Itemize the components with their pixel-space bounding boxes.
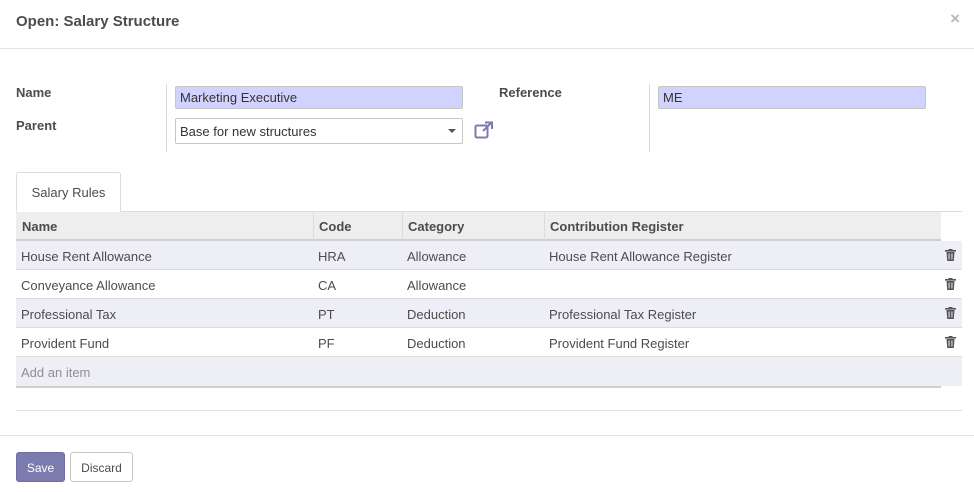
cell-code: HRA (318, 249, 346, 264)
reference-label: Reference (499, 85, 562, 100)
cell-code: PT (318, 307, 335, 322)
column-header-name[interactable]: Name (22, 219, 57, 234)
close-icon[interactable]: × (950, 9, 960, 29)
name-input[interactable]: Marketing Executive (175, 86, 463, 109)
reference-divider (649, 84, 650, 152)
external-link-icon[interactable] (474, 121, 494, 139)
cell-code: PF (318, 336, 335, 351)
cell-category: Deduction (407, 336, 466, 351)
cell-category: Allowance (407, 249, 467, 264)
column-separator (313, 212, 314, 241)
table-row[interactable]: Professional Tax PT Deduction Profession… (16, 299, 962, 328)
cell-name: House Rent Allowance (21, 249, 152, 264)
table-row[interactable]: Provident Fund PF Deduction Provident Fu… (16, 328, 962, 357)
dialog-title: Open: Salary Structure (16, 13, 180, 30)
label-divider (166, 84, 167, 152)
discard-button[interactable]: Discard (70, 452, 133, 482)
table-row[interactable]: Conveyance Allowance CA Allowance (16, 270, 962, 299)
save-button[interactable]: Save (16, 452, 65, 482)
add-item-link[interactable]: Add an item (21, 365, 90, 380)
column-header-code[interactable]: Code (319, 219, 352, 234)
add-item-row: Add an item (16, 357, 962, 386)
cell-name: Professional Tax (21, 307, 117, 322)
salary-rules-table: Name Code Category Contribution Register… (16, 212, 962, 394)
trash-icon[interactable] (945, 336, 956, 348)
tab-content-bottom-border (16, 410, 962, 411)
cell-name: Provident Fund (21, 336, 110, 351)
chevron-down-icon (448, 129, 456, 133)
column-separator (402, 212, 403, 241)
column-separator (544, 212, 545, 241)
dialog-footer-divider (0, 435, 974, 436)
cell-name: Conveyance Allowance (21, 278, 156, 293)
cell-category: Allowance (407, 278, 467, 293)
parent-label: Parent (16, 118, 57, 133)
column-header-category[interactable]: Category (408, 219, 464, 234)
parent-select[interactable]: Base for new structures (175, 118, 463, 144)
table-header: Name Code Category Contribution Register (16, 212, 941, 241)
cell-register: House Rent Allowance Register (549, 249, 732, 264)
cell-code: CA (318, 278, 337, 293)
reference-input[interactable]: ME (658, 86, 926, 109)
trash-icon[interactable] (945, 278, 956, 290)
dialog-header: Open: Salary Structure × (0, 0, 974, 49)
cell-category: Deduction (407, 307, 466, 322)
table-row[interactable]: House Rent Allowance HRA Allowance House… (16, 241, 962, 270)
name-label: Name (16, 85, 52, 100)
trash-icon[interactable] (945, 249, 956, 261)
trash-icon[interactable] (945, 307, 956, 319)
column-header-register[interactable]: Contribution Register (550, 219, 684, 234)
parent-select-value: Base for new structures (180, 124, 317, 139)
tab-salary-rules[interactable]: Salary Rules (16, 172, 121, 212)
table-footer (16, 386, 941, 394)
cell-register: Professional Tax Register (549, 307, 697, 322)
cell-register: Provident Fund Register (549, 336, 690, 351)
